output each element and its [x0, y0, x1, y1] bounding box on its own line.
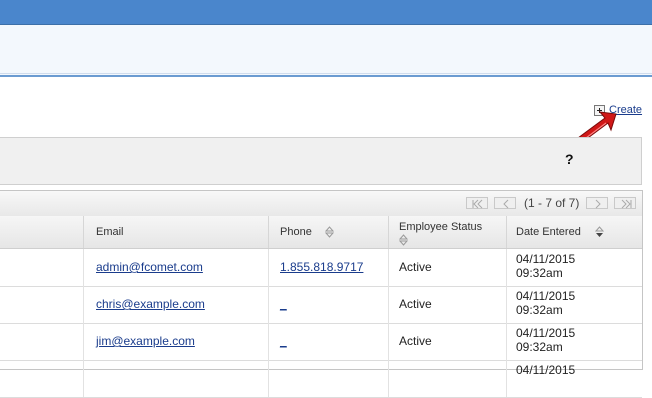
date-cell: 04/11/2015 [516, 363, 576, 377]
column-date-entered[interactable]: Date Entered [516, 226, 581, 238]
cell-divider [506, 249, 507, 286]
cell-divider [388, 323, 389, 360]
email-link[interactable]: jim@example.com [96, 334, 195, 348]
date-cell: 04/11/2015 [516, 252, 576, 266]
first-page-icon[interactable] [466, 197, 488, 209]
cell-divider [388, 360, 389, 397]
sort-icon[interactable] [399, 234, 408, 246]
time-cell: 09:32am [516, 340, 563, 354]
cell-divider [506, 360, 507, 397]
pager-bar: (1 - 7 of 7) [0, 191, 642, 217]
table-row[interactable]: chris@example.com _ Active 04/11/2015 09… [0, 286, 642, 324]
email-link[interactable]: admin@fcomet.com [96, 260, 203, 274]
cell-divider [83, 323, 84, 360]
nav-band [0, 25, 652, 77]
header-divider [268, 216, 269, 248]
header-divider [506, 216, 507, 248]
last-page-icon[interactable] [614, 197, 636, 209]
date-cell: 04/11/2015 [516, 289, 576, 303]
cell-divider [388, 286, 389, 323]
cell-divider [388, 249, 389, 286]
header-divider [388, 216, 389, 248]
filter-panel: ? [0, 137, 642, 185]
help-icon[interactable]: ? [565, 151, 574, 167]
status-cell: Active [399, 334, 432, 348]
cell-divider [83, 286, 84, 323]
top-header-bar [0, 0, 652, 25]
sort-icon[interactable] [325, 226, 334, 238]
cell-divider [268, 323, 269, 360]
cell-divider [83, 249, 84, 286]
email-link[interactable]: chris@example.com [96, 297, 205, 311]
time-cell: 09:32am [516, 303, 563, 317]
nav-band-divider [0, 73, 652, 74]
table-row[interactable]: jim@example.com _ Active 04/11/2015 09:3… [0, 323, 642, 361]
column-email[interactable]: Email [96, 226, 124, 238]
cell-divider [268, 249, 269, 286]
cell-divider [506, 323, 507, 360]
next-page-icon[interactable] [586, 197, 608, 209]
header-divider [83, 216, 84, 248]
phone-link[interactable]: _ [280, 334, 287, 348]
table-row[interactable]: admin@fcomet.com 1.855.818.9717 Active 0… [0, 249, 642, 287]
column-employee-status[interactable]: Employee Status [399, 221, 482, 233]
sort-desc-icon[interactable] [595, 226, 604, 238]
phone-link[interactable]: _ [280, 297, 287, 311]
table-row[interactable]: 04/11/2015 [0, 360, 642, 398]
status-cell: Active [399, 297, 432, 311]
column-phone[interactable]: Phone [280, 226, 312, 238]
status-cell: Active [399, 260, 432, 274]
cell-divider [268, 286, 269, 323]
prev-page-icon[interactable] [494, 197, 516, 209]
page-info: (1 - 7 of 7) [524, 196, 580, 210]
employee-grid: (1 - 7 of 7) Email Phone Employee Status… [0, 190, 643, 398]
date-cell: 04/11/2015 [516, 326, 576, 340]
phone-link[interactable]: 1.855.818.9717 [280, 260, 363, 274]
cell-divider [506, 286, 507, 323]
cell-divider [268, 360, 269, 397]
cell-divider [83, 360, 84, 397]
time-cell: 09:32am [516, 266, 563, 280]
grid-header: Email Phone Employee Status Date Entered [0, 216, 642, 249]
